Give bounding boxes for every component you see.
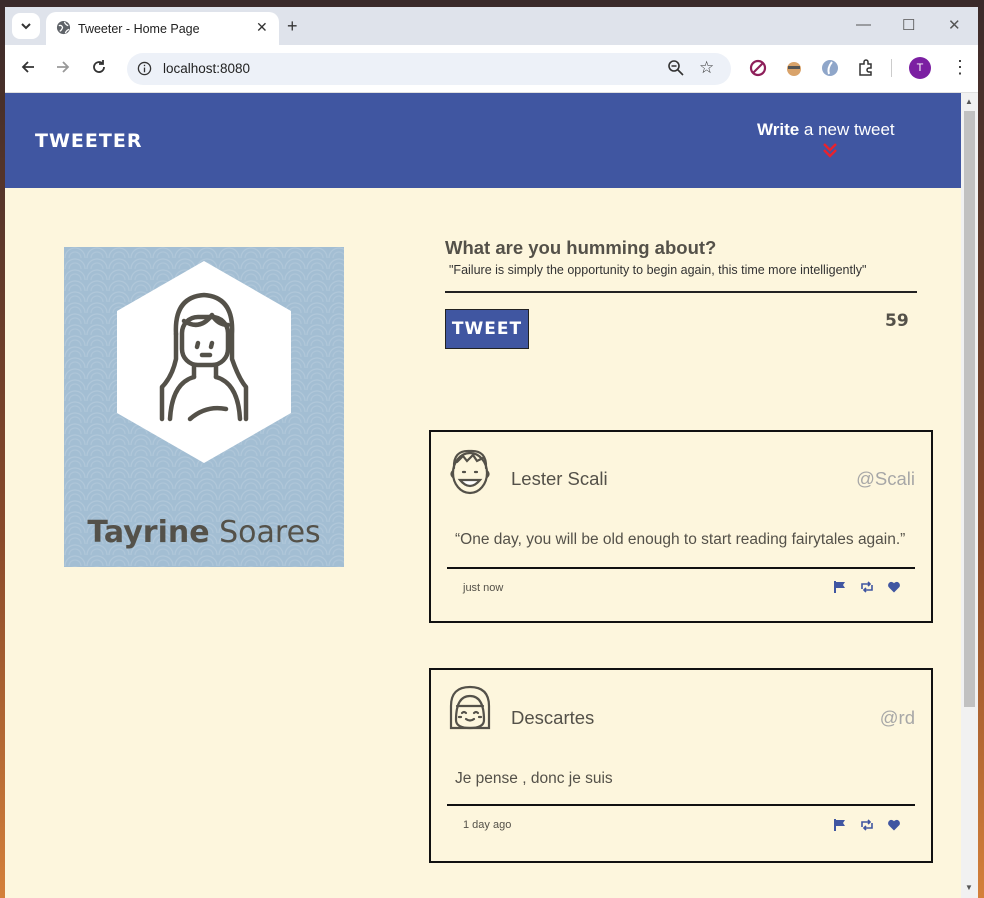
tweet-divider: [447, 804, 915, 806]
scroll-down-arrow-icon[interactable]: ▼: [965, 883, 973, 892]
feather-extension-icon[interactable]: [820, 58, 840, 78]
active-tab[interactable]: Tweeter - Home Page ✕: [46, 12, 279, 45]
write-tweet-link[interactable]: Write a new tweet: [757, 120, 895, 140]
tab-close-icon[interactable]: ✕: [256, 19, 268, 36]
back-arrow-icon[interactable]: [20, 59, 36, 75]
url-text[interactable]: localhost:8080: [163, 61, 250, 76]
tweet-button[interactable]: TWEET: [445, 309, 529, 349]
minimize-button[interactable]: —: [856, 16, 871, 33]
site-info-icon[interactable]: [137, 61, 152, 76]
tweet-card: Descartes @rd Je pense , donc je suis 1 …: [429, 668, 933, 863]
address-bar[interactable]: localhost:8080 ☆: [127, 53, 731, 85]
blocker-extension-icon[interactable]: [748, 58, 768, 78]
char-counter: 59: [885, 311, 909, 331]
tweet-timestamp: 1 day ago: [463, 819, 512, 831]
new-tab-button[interactable]: +: [287, 16, 298, 37]
app-logo[interactable]: TWEETER: [35, 130, 142, 152]
user-avatar-girl-icon: [449, 685, 491, 730]
heart-icon[interactable]: [887, 818, 901, 832]
profile-avatar-image: [117, 261, 291, 463]
tweet-actions: [833, 580, 901, 594]
extensions-puzzle-icon[interactable]: [856, 58, 876, 78]
tab-search-button[interactable]: [12, 13, 40, 39]
tweet-user-name: Descartes: [511, 707, 595, 728]
globe-icon: [56, 20, 71, 35]
browser-window: Tweeter - Home Page ✕ + — ☐ ✕ localhost:…: [5, 7, 978, 898]
retweet-icon[interactable]: [860, 818, 874, 832]
character-extension-icon[interactable]: [784, 58, 804, 78]
tweet-actions: [833, 818, 901, 832]
profile-last-name: Soares: [209, 515, 321, 550]
bookmark-star-icon[interactable]: ☆: [699, 58, 714, 78]
zoom-icon[interactable]: [667, 59, 685, 77]
page-viewport: TWEETER Write a new tweet Tayrine Soares…: [5, 93, 961, 898]
reload-icon[interactable]: [91, 59, 107, 75]
tab-bar: Tweeter - Home Page ✕ + — ☐ ✕: [5, 7, 978, 45]
heart-icon[interactable]: [887, 580, 901, 594]
tweet-timestamp: just now: [463, 582, 504, 594]
flag-icon[interactable]: [833, 580, 847, 594]
chevron-down-icon: [21, 23, 31, 30]
vertical-scrollbar[interactable]: ▲ ▼: [961, 93, 978, 898]
tweet-divider: [447, 567, 915, 569]
scrollbar-thumb[interactable]: [964, 111, 975, 707]
tweet-user-handle: @rd: [879, 707, 915, 728]
retweet-icon[interactable]: [860, 580, 874, 594]
compose-section: What are you humming about? "Failure is …: [445, 237, 917, 349]
profile-avatar[interactable]: T: [909, 57, 931, 79]
tab-title: Tweeter - Home Page: [78, 22, 200, 36]
tweet-user-handle: @Scali: [856, 468, 915, 489]
compose-heading: What are you humming about?: [445, 237, 717, 258]
scroll-up-arrow-icon[interactable]: ▲: [965, 97, 973, 106]
profile-name: Tayrine Soares: [64, 515, 344, 550]
toolbar-divider: [891, 59, 892, 77]
profile-card: Tayrine Soares: [64, 247, 344, 567]
tweet-user-name: Lester Scali: [511, 468, 608, 489]
double-chevron-down-icon[interactable]: [822, 142, 838, 158]
compose-underline: [445, 291, 917, 293]
tweet-card: Lester Scali @Scali “One day, you will b…: [429, 430, 933, 623]
compose-textarea[interactable]: "Failure is simply the opportunity to be…: [445, 263, 917, 277]
browser-toolbar: localhost:8080 ☆ T ⋮: [5, 45, 978, 93]
tweet-content: Je pense , donc je suis: [455, 770, 613, 787]
maximize-button[interactable]: ☐: [902, 16, 915, 34]
flag-icon[interactable]: [833, 818, 847, 832]
menu-kebab-icon[interactable]: ⋮: [951, 57, 969, 78]
forward-arrow-icon[interactable]: [55, 59, 71, 75]
write-bold-text: Write: [757, 120, 800, 139]
profile-first-name: Tayrine: [87, 515, 210, 550]
user-avatar-boy-icon: [450, 449, 490, 495]
app-nav: TWEETER Write a new tweet: [5, 93, 961, 188]
window-close-button[interactable]: ✕: [948, 16, 961, 34]
write-rest-text: a new tweet: [799, 120, 895, 139]
tweet-content: “One day, you will be old enough to star…: [455, 531, 906, 548]
